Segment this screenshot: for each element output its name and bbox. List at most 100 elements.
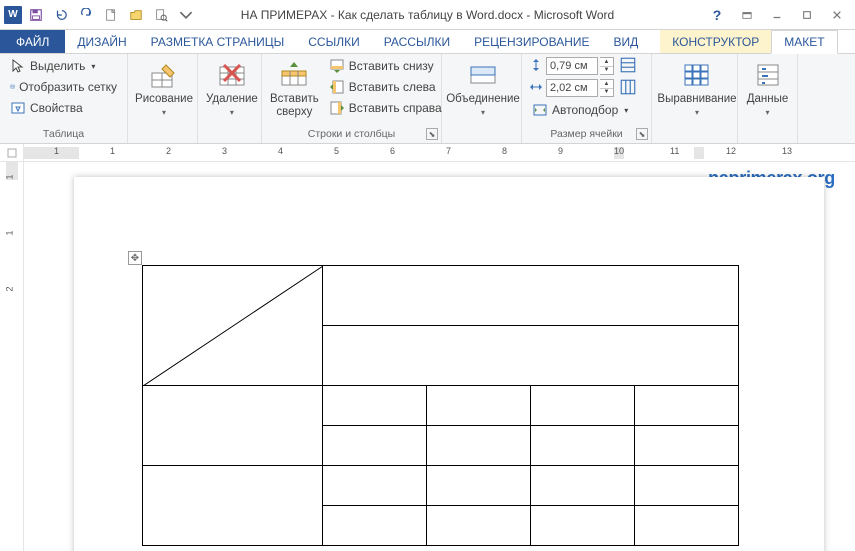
document-table[interactable] xyxy=(142,265,739,546)
table-cell[interactable] xyxy=(143,386,323,466)
ruler-horizontal: 112345678910111213 xyxy=(0,144,855,162)
tab-references[interactable]: ССЫЛКИ xyxy=(296,30,371,53)
row-height-spinner[interactable]: ▲▼ xyxy=(600,57,614,75)
insert-below-button[interactable]: Вставить снизу xyxy=(325,56,446,76)
ruler-tick: 3 xyxy=(222,146,227,156)
ruler-tick: 8 xyxy=(502,146,507,156)
help-icon[interactable]: ? xyxy=(703,5,731,25)
table-cell[interactable] xyxy=(427,506,531,546)
insert-right-button[interactable]: Вставить справа xyxy=(325,98,446,118)
merge-button[interactable]: Объединение▾ xyxy=(448,56,518,126)
table-cell[interactable] xyxy=(635,506,739,546)
table-cell[interactable] xyxy=(323,326,739,386)
table-cell[interactable] xyxy=(531,466,635,506)
ruler-tick: 2 xyxy=(166,146,171,156)
table-cell[interactable] xyxy=(323,426,427,466)
select-button[interactable]: Выделить▾ xyxy=(6,56,121,76)
ruler-vertical: 112 xyxy=(0,162,24,551)
col-width-input[interactable]: 2,02 см xyxy=(546,79,598,97)
table-cell[interactable] xyxy=(635,426,739,466)
document-view[interactable]: naprimerax.org ✥ xyxy=(24,162,855,551)
minimize-icon[interactable] xyxy=(763,5,791,25)
maximize-icon[interactable] xyxy=(793,5,821,25)
col-width-spinner[interactable]: ▲▼ xyxy=(600,79,614,97)
table-cell[interactable] xyxy=(427,466,531,506)
open-icon[interactable] xyxy=(125,4,147,26)
cell-size-dialog-icon[interactable]: ⬊ xyxy=(636,128,648,140)
row-height-icon xyxy=(528,57,544,76)
grid-icon xyxy=(10,79,15,95)
tab-design[interactable]: ДИЗАЙН xyxy=(65,30,138,53)
alignment-button[interactable]: Выравнивание▾ xyxy=(658,56,736,126)
ribbon: Выделить▾ Отобразить сетку Свойства Табл… xyxy=(0,54,855,144)
save-icon[interactable] xyxy=(25,4,47,26)
table-cell[interactable] xyxy=(323,506,427,546)
close-icon[interactable] xyxy=(823,5,851,25)
ribbon-display-icon[interactable] xyxy=(733,5,761,25)
insert-left-icon xyxy=(329,79,345,95)
table-cell[interactable] xyxy=(635,386,739,426)
tab-file[interactable]: ФАЙЛ xyxy=(0,30,65,53)
rows-cols-dialog-icon[interactable]: ⬊ xyxy=(426,128,438,140)
show-grid-button[interactable]: Отобразить сетку xyxy=(6,77,121,97)
tab-view[interactable]: ВИД xyxy=(602,30,651,53)
table-cell[interactable] xyxy=(323,266,739,326)
table-cell[interactable] xyxy=(323,466,427,506)
table-cell[interactable] xyxy=(635,466,739,506)
tab-review[interactable]: РЕЦЕНЗИРОВАНИЕ xyxy=(462,30,601,53)
ruler-tick: 4 xyxy=(278,146,283,156)
ruler-tick: 7 xyxy=(446,146,451,156)
table-move-handle[interactable]: ✥ xyxy=(128,251,142,265)
table-cell[interactable] xyxy=(531,506,635,546)
table-cell[interactable] xyxy=(143,466,323,546)
table-cell[interactable] xyxy=(427,386,531,426)
table-cell[interactable] xyxy=(323,386,427,426)
insert-above-icon xyxy=(278,59,310,91)
ruler-tick: 10 xyxy=(614,146,624,156)
insert-above-button[interactable]: Вставить сверху xyxy=(268,56,321,126)
table-cell[interactable] xyxy=(531,386,635,426)
title-bar: W НА ПРИМЕРАХ - Как сделать таблицу в Wo… xyxy=(0,0,855,30)
cursor-icon xyxy=(10,58,26,74)
qat-customize-icon[interactable] xyxy=(175,4,197,26)
properties-button[interactable]: Свойства xyxy=(6,98,121,118)
tab-mailings[interactable]: РАССЫЛКИ xyxy=(372,30,462,53)
table-cell[interactable] xyxy=(427,426,531,466)
row-height-input[interactable]: 0,79 см xyxy=(546,57,598,75)
tab-page-layout[interactable]: РАЗМЕТКА СТРАНИЦЫ xyxy=(139,30,297,53)
ruler-tick: 13 xyxy=(782,146,792,156)
ruler-corner xyxy=(0,144,24,161)
data-button[interactable]: Данные▾ xyxy=(744,56,791,126)
ruler-tick: 1 xyxy=(5,230,15,235)
insert-left-button[interactable]: Вставить слева xyxy=(325,77,446,97)
group-label-cell-size: Размер ячейки⬊ xyxy=(528,126,645,143)
delete-button[interactable]: Удаление▾ xyxy=(204,56,260,126)
properties-icon xyxy=(10,100,26,116)
tab-layout-maket[interactable]: МАКЕТ xyxy=(771,30,837,54)
ribbon-tabs: ФАЙЛ ДИЗАЙН РАЗМЕТКА СТРАНИЦЫ ССЫЛКИ РАС… xyxy=(0,30,855,54)
distribute-rows-icon[interactable] xyxy=(619,56,637,77)
page: ✥ xyxy=(74,177,824,551)
autofit-button[interactable]: Автоподбор▾ xyxy=(528,100,645,120)
ruler-tick: 2 xyxy=(5,286,15,291)
insert-right-icon xyxy=(329,100,345,116)
delete-table-icon xyxy=(216,59,248,91)
ruler-tick: 5 xyxy=(334,146,339,156)
new-doc-icon[interactable] xyxy=(100,4,122,26)
redo-icon[interactable] xyxy=(75,4,97,26)
table-cell[interactable] xyxy=(531,426,635,466)
ruler-tick: 1 xyxy=(54,146,59,156)
group-label-rows-cols: Строки и столбцы⬊ xyxy=(268,126,435,143)
draw-button[interactable]: Рисование▾ xyxy=(134,56,194,126)
ruler-tick: 1 xyxy=(110,146,115,156)
tab-constructor[interactable]: КОНСТРУКТОР xyxy=(660,30,771,53)
pencil-icon xyxy=(148,59,180,91)
word-app-icon: W xyxy=(4,6,22,24)
ruler-tick: 9 xyxy=(558,146,563,156)
window-title: НА ПРИМЕРАХ - Как сделать таблицу в Word… xyxy=(241,8,614,22)
preview-icon[interactable] xyxy=(150,4,172,26)
distribute-cols-icon[interactable] xyxy=(619,78,637,99)
table-cell-diagonal[interactable] xyxy=(143,266,323,386)
ruler-tick: 12 xyxy=(726,146,736,156)
undo-icon[interactable] xyxy=(50,4,72,26)
